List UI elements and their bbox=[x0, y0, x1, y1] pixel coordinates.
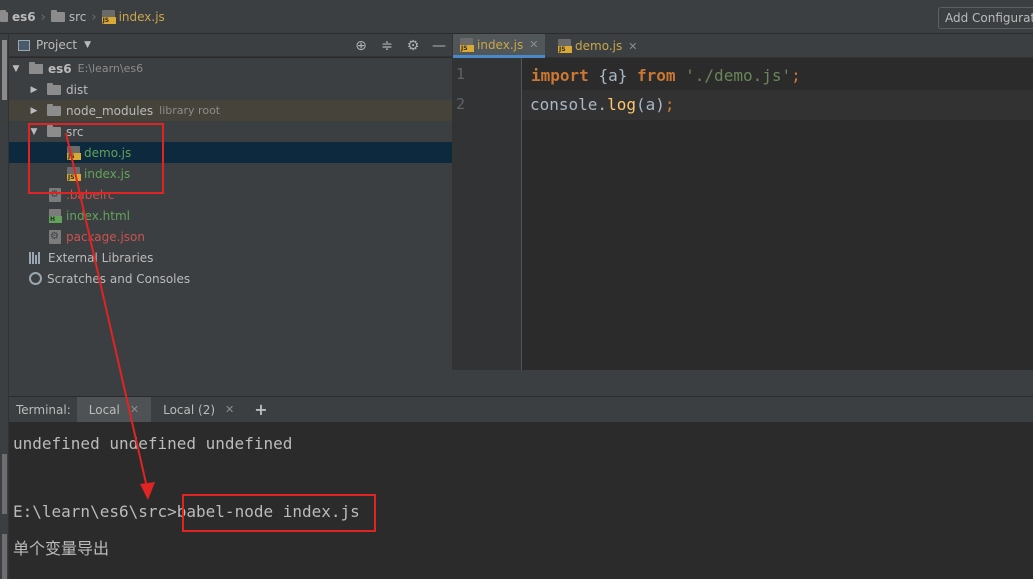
project-tree: ▼ es6 E:\learn\es6 ▶ dist ▶ node_modules… bbox=[9, 58, 452, 396]
chevron-down-icon[interactable]: ▼ bbox=[84, 40, 91, 50]
expanded-arrow-icon[interactable]: ▼ bbox=[11, 64, 21, 74]
close-icon[interactable]: ✕ bbox=[628, 40, 637, 53]
collapsed-arrow-icon[interactable]: ▶ bbox=[29, 106, 39, 116]
project-view-selector[interactable]: Project bbox=[36, 38, 77, 52]
annotation-box-command bbox=[182, 494, 376, 532]
add-configuration-button[interactable]: Add Configurat bbox=[938, 7, 1033, 29]
breadcrumb-label: index.js bbox=[118, 10, 165, 24]
tool-window-strip bbox=[0, 34, 9, 579]
terminal-line: 单个变量导出 bbox=[13, 539, 110, 558]
tree-item-index-html[interactable]: index.html bbox=[9, 205, 452, 226]
line-number: 1 bbox=[456, 65, 466, 83]
close-icon[interactable]: ✕ bbox=[529, 38, 538, 51]
breadcrumb-item-es6[interactable]: es6 bbox=[0, 10, 36, 24]
terminal-label: Terminal: bbox=[16, 402, 71, 417]
project-panel-header: Project ▼ ⊕ ≑ ⚙ — bbox=[9, 34, 452, 57]
tree-item-label: index.html bbox=[66, 208, 130, 223]
semicolon: ; bbox=[791, 66, 801, 85]
navigation-bar: es6 › src › index.js Add Configurat bbox=[0, 0, 1033, 34]
close-icon[interactable]: ✕ bbox=[130, 403, 139, 416]
tree-item-external-libraries[interactable]: External Libraries bbox=[9, 247, 452, 268]
module-path-string: './demo.js' bbox=[685, 66, 792, 85]
tree-item-scratches[interactable]: Scratches and Consoles bbox=[9, 268, 452, 289]
editor-bottom-area bbox=[452, 370, 1033, 396]
keyword-import: import bbox=[531, 66, 589, 85]
console-object: console. bbox=[530, 95, 608, 114]
project-tool-tab[interactable] bbox=[2, 40, 7, 100]
tree-item-label: es6 bbox=[48, 61, 72, 76]
tree-item-package-json[interactable]: package.json bbox=[9, 226, 452, 247]
html-file-icon bbox=[49, 208, 62, 223]
locate-icon[interactable]: ⊕ bbox=[348, 38, 374, 54]
terminal-output[interactable]: undefined undefined undefined E:\learn\e… bbox=[9, 422, 1033, 579]
structure-tool-tab[interactable] bbox=[2, 454, 7, 514]
call-arguments: (a) bbox=[635, 95, 665, 114]
library-icon bbox=[29, 251, 43, 264]
terminal-line: undefined undefined undefined bbox=[13, 434, 293, 453]
import-binding: {a} bbox=[598, 66, 628, 85]
tab-label: index.js bbox=[477, 37, 524, 52]
js-file-icon bbox=[460, 37, 474, 52]
terminal-prompt: E:\learn\es6\src> bbox=[13, 502, 177, 521]
tree-item-label: node_modules bbox=[66, 103, 154, 118]
json-file-icon bbox=[49, 229, 61, 244]
tab-demo-js[interactable]: demo.js ✕ bbox=[551, 34, 647, 58]
tree-item-label: dist bbox=[66, 82, 88, 97]
breadcrumb: es6 › src › index.js bbox=[0, 8, 169, 26]
js-file-icon bbox=[558, 39, 572, 53]
terminal-tab-local-2[interactable]: Local (2) ✕ bbox=[151, 397, 246, 423]
scratches-icon bbox=[29, 272, 42, 285]
tree-item-label: package.json bbox=[66, 229, 146, 244]
folder-icon bbox=[29, 61, 43, 74]
favorites-tool-tab[interactable] bbox=[2, 534, 7, 579]
code-editor[interactable]: import {a} from './demo.js'; console.log… bbox=[522, 58, 1033, 370]
folder-icon bbox=[0, 10, 8, 22]
code-line-1[interactable]: import {a} from './demo.js'; bbox=[531, 61, 801, 91]
collapse-all-icon[interactable]: ≑ bbox=[374, 38, 400, 54]
tab-label: Local bbox=[88, 402, 120, 417]
tree-item-label: External Libraries bbox=[48, 250, 154, 265]
log-function: log bbox=[607, 95, 636, 114]
editor-tab-bar: index.js ✕ demo.js ✕ bbox=[452, 34, 1033, 58]
gear-icon[interactable]: ⚙ bbox=[400, 38, 426, 54]
collapsed-arrow-icon[interactable]: ▶ bbox=[29, 85, 39, 95]
minimize-icon[interactable]: — bbox=[426, 38, 452, 54]
library-root-note: library root bbox=[159, 104, 221, 117]
tree-item-es6[interactable]: ▼ es6 E:\learn\es6 bbox=[9, 58, 452, 79]
tree-item-label: Scratches and Consoles bbox=[47, 271, 191, 286]
folder-icon bbox=[47, 82, 61, 95]
tree-item-dist[interactable]: ▶ dist bbox=[9, 79, 452, 100]
chevron-right-icon: › bbox=[91, 9, 97, 25]
code-line-2[interactable]: console.log(a); bbox=[522, 90, 1033, 120]
terminal-header: Terminal: Local ✕ Local (2) ✕ + bbox=[9, 396, 1033, 423]
line-number: 2 bbox=[456, 95, 466, 113]
project-icon bbox=[18, 39, 30, 51]
breadcrumb-item-src[interactable]: src bbox=[50, 10, 87, 24]
breadcrumb-item-file[interactable]: index.js bbox=[101, 10, 165, 24]
folder-icon bbox=[47, 103, 61, 116]
keyword-from: from bbox=[636, 66, 676, 85]
js-file-icon bbox=[101, 10, 116, 24]
tree-item-node-modules[interactable]: ▶ node_modules library root bbox=[9, 100, 452, 121]
chevron-right-icon: › bbox=[40, 9, 46, 25]
tab-label: demo.js bbox=[575, 39, 623, 53]
semicolon: ; bbox=[664, 95, 675, 114]
breadcrumb-label: src bbox=[68, 10, 87, 24]
tab-label: Local (2) bbox=[163, 402, 216, 417]
tab-index-js[interactable]: index.js ✕ bbox=[453, 34, 545, 58]
breadcrumb-label: es6 bbox=[12, 10, 36, 24]
folder-icon bbox=[50, 10, 65, 22]
new-terminal-tab-button[interactable]: + bbox=[254, 400, 267, 419]
tree-item-path: E:\learn\es6 bbox=[77, 62, 144, 75]
close-icon[interactable]: ✕ bbox=[225, 403, 234, 416]
annotation-box-src bbox=[28, 123, 164, 194]
terminal-tab-local[interactable]: Local ✕ bbox=[76, 396, 152, 423]
